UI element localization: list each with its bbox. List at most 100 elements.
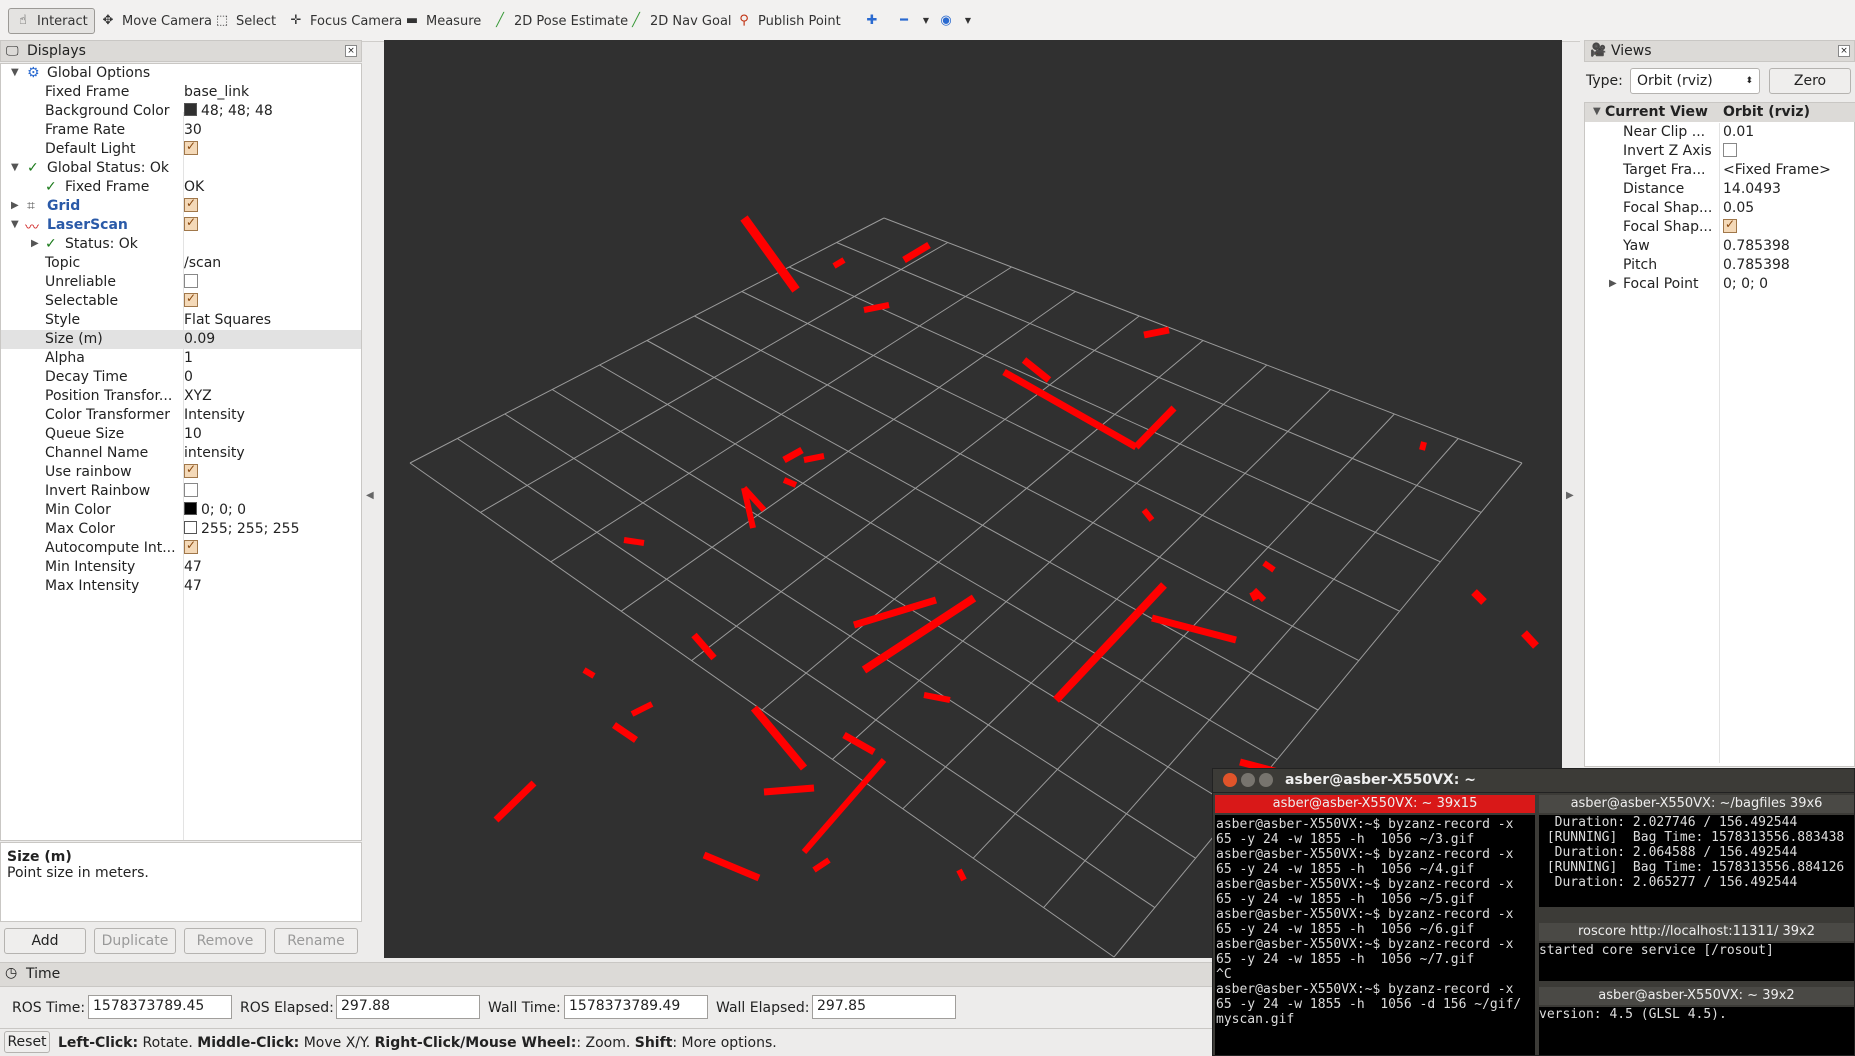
nav-goal-tool-button[interactable]: ╱ 2D Nav Goal [622, 8, 738, 34]
pose-estimate-tool-button[interactable]: ╱ 2D Pose Estimate [486, 8, 634, 34]
add-button[interactable]: Add [4, 928, 86, 954]
default-light-checkbox[interactable] [184, 139, 198, 155]
selectable-row[interactable]: Selectable [1, 291, 361, 311]
laser-scan-segment [1471, 589, 1487, 605]
laserscan-display-row[interactable]: ▼ 〰 LaserScan [1, 215, 361, 236]
global-options-row[interactable]: ▼ ⚙ Global Options [1, 64, 361, 83]
focal-point-row[interactable]: ▶ Focal Point 0; 0; 0 [1585, 275, 1855, 294]
channel-name-row[interactable]: Channel Name intensity [1, 444, 361, 463]
invert-rainbow-checkbox[interactable] [184, 483, 198, 497]
select-tool-button[interactable]: ⬚ Select [208, 8, 282, 34]
laser-scan-segment [691, 632, 717, 661]
laser-scan-segment [902, 241, 931, 264]
view-type-select[interactable]: Orbit (rviz) ⬍ [1630, 68, 1760, 94]
panels-tool-button[interactable]: ◉ ▼ [932, 8, 982, 34]
background-color-row[interactable]: Background Color 48; 48; 48 [1, 102, 361, 121]
move-camera-tool-button[interactable]: ✥ Move Camera [94, 8, 218, 34]
terminal-pane-main[interactable]: asber@asber-X550VX:~$ byzanz-record -x 6… [1215, 815, 1535, 1055]
reset-button[interactable]: Reset [4, 1031, 50, 1053]
invert-z-row[interactable]: Invert Z Axis [1585, 142, 1855, 161]
minimize-icon[interactable] [1241, 773, 1255, 787]
color-swatch [184, 103, 197, 116]
maximize-icon[interactable] [1259, 773, 1273, 787]
decay-time-row[interactable]: Decay Time 0 [1, 368, 361, 387]
min-color-row[interactable]: Min Color 0; 0; 0 [1, 501, 361, 520]
collapse-left-icon[interactable]: ◀ [366, 490, 374, 501]
wall-time-field[interactable]: 1578373789.49 [564, 995, 708, 1019]
focal-shape-size-row[interactable]: Focal Shap... 0.05 [1585, 199, 1855, 218]
fixed-frame-row[interactable]: Fixed Frame base_link [1, 83, 361, 102]
frame-rate-row[interactable]: Frame Rate 30 [1, 121, 361, 140]
autocompute-checkbox[interactable] [184, 538, 198, 554]
queue-size-row[interactable]: Queue Size 10 [1, 425, 361, 444]
terminal-pane-roscore[interactable]: started core service [/rosout] [1539, 943, 1854, 981]
default-light-row[interactable]: Default Light [1, 139, 361, 159]
pitch-row[interactable]: Pitch 0.785398 [1585, 256, 1855, 275]
focal-shape-fixed-row[interactable]: Focal Shap... [1585, 217, 1855, 237]
laser-scan-segment [493, 780, 537, 823]
use-rainbow-checkbox[interactable] [184, 462, 198, 478]
remove-button[interactable]: Remove [184, 928, 266, 954]
max-color-row[interactable]: Max Color 255; 255; 255 [1, 520, 361, 539]
publish-point-tool-button[interactable]: ⚲ Publish Point [730, 8, 847, 34]
laser-scan-segment [923, 692, 951, 703]
unreliable-checkbox[interactable] [184, 274, 198, 288]
max-intensity-row[interactable]: Max Intensity 47 [1, 577, 361, 596]
check-icon: ✓ [45, 179, 57, 195]
duplicate-button[interactable]: Duplicate [94, 928, 176, 954]
terminal-pane-rosbag[interactable]: Duration: 2.027746 / 156.492544 [RUNNING… [1539, 815, 1854, 907]
rename-button[interactable]: Rename [274, 928, 358, 954]
terminal-pane-rviz[interactable]: version: 4.5 (GLSL 4.5). [1539, 1007, 1854, 1055]
interact-tool-button[interactable]: ☝ Interact [8, 8, 95, 34]
close-icon[interactable]: × [1838, 45, 1850, 57]
check-icon: ✓ [27, 160, 39, 176]
green-arrow-icon: ╱ [496, 13, 504, 28]
ros-time-field[interactable]: 1578373789.45 [88, 995, 232, 1019]
measure-tool-button[interactable]: ▬ Measure [398, 8, 487, 34]
alpha-row[interactable]: Alpha 1 [1, 349, 361, 368]
min-intensity-row[interactable]: Min Intensity 47 [1, 558, 361, 577]
grid-display-row[interactable]: ▶ ⌗ Grid [1, 196, 361, 216]
unreliable-row[interactable]: Unreliable [1, 273, 361, 292]
invert-z-checkbox[interactable] [1723, 143, 1737, 157]
fixed-frame-status-row[interactable]: ✓ Fixed Frame OK [1, 178, 361, 197]
laser-scan-segment [782, 477, 798, 488]
invert-rainbow-row[interactable]: Invert Rainbow [1, 482, 361, 501]
autocompute-intensity-row[interactable]: Autocompute Int... [1, 538, 361, 558]
use-rainbow-row[interactable]: Use rainbow [1, 462, 361, 482]
yaw-row[interactable]: Yaw 0.785398 [1585, 237, 1855, 256]
terminal-window[interactable]: asber@asber-X550VX: ~ asber@asber-X550VX… [1212, 768, 1855, 1056]
close-icon[interactable]: × [345, 45, 357, 57]
laser-scan-segment [812, 857, 831, 873]
target-frame-row[interactable]: Target Fra... <Fixed Frame> [1585, 161, 1855, 180]
view-properties-tree: ▼ Current View Orbit (rviz) Near Clip ... 0… [1584, 102, 1855, 767]
pane1-title: asber@asber-X550VX: ~ 39x15 [1215, 795, 1535, 813]
laserscan-status-row[interactable]: ▶ ✓ Status: Ok [1, 235, 361, 254]
add-tool-button[interactable]: ✚ [858, 8, 886, 34]
grid-enabled-checkbox[interactable] [184, 196, 198, 212]
laser-scan-segment [1021, 357, 1052, 383]
current-view-header[interactable]: ▼ Current View Orbit (rviz) [1585, 103, 1855, 122]
terminal-titlebar: asber@asber-X550VX: ~ [1213, 769, 1854, 793]
style-row[interactable]: Style Flat Squares [1, 311, 361, 330]
pane3-title: roscore http://localhost:11311/ 39x2 [1539, 923, 1854, 941]
collapse-right-icon[interactable]: ▶ [1566, 490, 1574, 501]
wall-elapsed-field[interactable]: 297.85 [812, 995, 956, 1019]
zero-button[interactable]: Zero [1769, 68, 1851, 94]
near-clip-row[interactable]: Near Clip ... 0.01 [1585, 123, 1855, 142]
close-icon[interactable] [1223, 773, 1237, 787]
laserscan-enabled-checkbox[interactable] [184, 215, 198, 231]
move-icon: ✥ [102, 13, 114, 28]
focus-camera-tool-button[interactable]: ✛ Focus Camera [282, 8, 408, 34]
position-transformer-row[interactable]: Position Transfor... XYZ [1, 387, 361, 406]
distance-row[interactable]: Distance 14.0493 [1585, 180, 1855, 199]
selectable-checkbox[interactable] [184, 291, 198, 307]
laser-scan-segment [1133, 405, 1177, 450]
topic-row[interactable]: Topic/scan [1, 254, 361, 273]
size-row[interactable]: Size (m) 0.09 [1, 330, 361, 349]
global-status-row[interactable]: ▼ ✓ Global Status: Ok [1, 159, 361, 178]
ros-elapsed-field[interactable]: 297.88 [336, 995, 480, 1019]
focal-shape-checkbox[interactable] [1723, 217, 1737, 233]
status-hint: Left-Click: Rotate. Middle-Click: Move X… [58, 1035, 777, 1051]
color-transformer-row[interactable]: Color Transformer Intensity [1, 406, 361, 425]
